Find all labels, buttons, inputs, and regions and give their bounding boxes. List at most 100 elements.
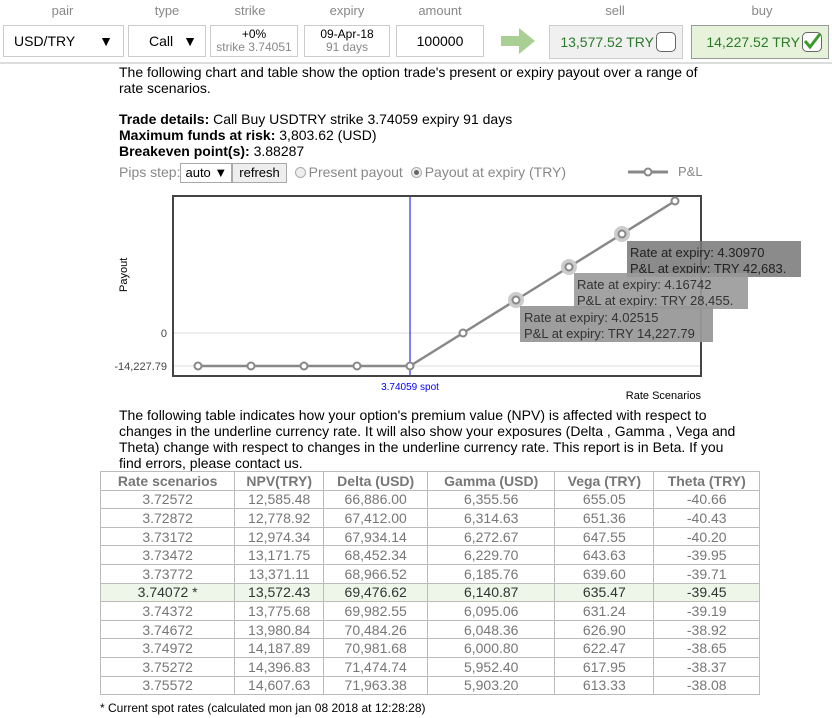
table-cell: 71,474.74	[323, 656, 429, 677]
data-point[interactable]	[564, 262, 574, 272]
tooltip-line: Rate at expiry: 4.30970	[630, 245, 764, 260]
table-cell: 68,452.34	[323, 545, 429, 565]
table-cell: 70,484.26	[323, 619, 429, 640]
table-cell: 3.74072 *	[99, 582, 236, 603]
data-point[interactable]	[352, 361, 362, 371]
legend-label: P&L	[678, 164, 703, 179]
table-cell: 3.72572	[99, 489, 236, 510]
table-row: 3.75572 14,607.63 71,963.38 5,903.20 613.33-…	[99, 675, 760, 696]
table-cell: 635.47	[554, 582, 655, 603]
data-point[interactable]	[617, 229, 627, 239]
table-cell: 3.74972	[99, 638, 236, 658]
table-cell: 3.74372	[99, 601, 236, 621]
table-row: 3.72572 12,585.48 66,886.00 6,355.56 655.05-…	[99, 489, 760, 510]
tooltip-line: P&L at expiry: TRY 14,227.79	[524, 326, 695, 341]
greeks-table: Rate scenarios NPV(TRY) Delta (USD) Gamma (…	[99, 471, 760, 696]
table-cell: 631.24	[554, 601, 655, 621]
table-cell: 6,355.56	[427, 489, 556, 510]
ytick-label: 0	[161, 328, 167, 340]
table-cell: 6,314.63	[427, 508, 556, 528]
table-cell: 71,963.38	[323, 675, 429, 696]
table-cell: 6,140.87	[427, 582, 556, 603]
table-row: 3.73172 12,974.34 67,934.14 6,272.67 647.55-…	[99, 526, 760, 547]
tooltip-line: Rate at expiry: 4.16742	[577, 277, 711, 292]
tooltip-line: Rate at expiry: 4.02515	[524, 310, 658, 325]
table-row: 3.74972 14,187.89 70,981.68 6,000.80 622.47-…	[99, 638, 760, 658]
table-cell: 69,476.62	[323, 582, 429, 603]
table-cell: 6,000.80	[427, 638, 556, 658]
table-cell: 13,572.43	[234, 582, 325, 603]
data-point[interactable]	[246, 361, 256, 371]
table-cell: 6,185.76	[427, 563, 556, 584]
table-cell: 14,396.83	[234, 656, 325, 677]
table-cell: 6,272.67	[427, 526, 556, 547]
table-cell: 13,980.84	[234, 619, 325, 640]
table-cell: 6,095.06	[427, 601, 556, 621]
tooltip: Rate at expiry: 4.30970 P&L at expiry: T…	[627, 241, 801, 277]
table-cell: 14,607.63	[234, 675, 325, 696]
data-point[interactable]	[299, 361, 309, 371]
table-cell: 647.55	[554, 526, 655, 547]
data-point[interactable]	[193, 361, 203, 371]
data-point[interactable]	[458, 328, 468, 338]
table-cell: 13,371.11	[234, 563, 325, 584]
table-cell: -39.95	[653, 545, 760, 565]
table-header-row: Rate scenarios NPV(TRY) Delta (USD) Gamma (…	[99, 471, 760, 491]
table-cell: 639.60	[554, 563, 655, 584]
table-cell: -40.66	[653, 489, 760, 510]
chart-legend: P&L	[628, 164, 703, 179]
ytick-label: -14,227.79	[114, 361, 167, 373]
table-cell: 6,048.36	[427, 619, 556, 640]
column-header: NPV(TRY)	[234, 471, 325, 491]
table-cell: 12,585.48	[234, 489, 325, 510]
table-intro: The following table indicates how your o…	[119, 407, 736, 471]
table-cell: 13,171.75	[234, 545, 325, 565]
table-cell: 13,775.68	[234, 601, 325, 621]
column-header: Theta (TRY)	[653, 471, 760, 491]
table-row: 3.74072 * 13,572.43 69,476.62 6,140.87 635.4…	[99, 582, 760, 603]
table-row: 3.73772 13,371.11 68,966.52 6,185.76 639.60-…	[99, 563, 760, 584]
table-cell: 66,886.00	[323, 489, 429, 510]
table-cell: -40.43	[653, 508, 760, 528]
table-cell: 3.73772	[99, 563, 236, 584]
table-row: 3.74372 13,775.68 69,982.55 6,095.06 631.24-…	[99, 601, 760, 621]
column-header: Vega (TRY)	[554, 471, 655, 491]
table-cell: 70,981.68	[323, 638, 429, 658]
table-cell: -39.45	[653, 582, 760, 603]
table-cell: 622.47	[554, 638, 655, 658]
table-cell: -38.08	[653, 675, 760, 696]
table-cell: 613.33	[554, 675, 655, 696]
table-cell: 5,903.20	[427, 675, 556, 696]
x-axis-label: Rate Scenarios	[626, 390, 702, 402]
table-cell: 3.73172	[99, 526, 236, 547]
table-cell: 626.90	[554, 619, 655, 640]
table-cell: 68,966.52	[323, 563, 429, 584]
data-point[interactable]	[405, 361, 415, 371]
table-cell: 643.63	[554, 545, 655, 565]
table-cell: 14,187.89	[234, 638, 325, 658]
table-row: 3.72872 12,778.92 67,412.00 6,314.63 651.36-…	[99, 508, 760, 528]
table-row: 3.74672 13,980.84 70,484.26 6,048.36 626.90-…	[99, 619, 760, 640]
y-axis-label: Payout	[118, 258, 130, 292]
table-cell: 6,229.70	[427, 545, 556, 565]
table-cell: 69,982.55	[323, 601, 429, 621]
table-cell: 67,412.00	[323, 508, 429, 528]
table-row: 3.73472 13,171.75 68,452.34 6,229.70 643.63-…	[99, 545, 760, 565]
data-point[interactable]	[511, 295, 521, 305]
data-point[interactable]	[670, 196, 680, 206]
table-cell: -38.92	[653, 619, 760, 640]
table-cell: 3.72872	[99, 508, 236, 528]
table-cell: 3.75572	[99, 675, 236, 696]
table-cell: 67,934.14	[323, 526, 429, 547]
table-cell: -39.19	[653, 601, 760, 621]
table-cell: -39.71	[653, 563, 760, 584]
table-cell: 617.95	[554, 656, 655, 677]
column-header: Rate scenarios	[99, 471, 236, 491]
column-header: Delta (USD)	[323, 471, 429, 491]
spot-label: 3.74059 spot	[381, 382, 439, 393]
table-cell: 5,952.40	[427, 656, 556, 677]
tooltip: Rate at expiry: 4.02515 P&L at expiry: T…	[520, 306, 713, 342]
table-cell: 651.36	[554, 508, 655, 528]
table-cell: -40.20	[653, 526, 760, 547]
tooltip-line: P&L at expiry: TRY 28,455.	[577, 293, 733, 308]
